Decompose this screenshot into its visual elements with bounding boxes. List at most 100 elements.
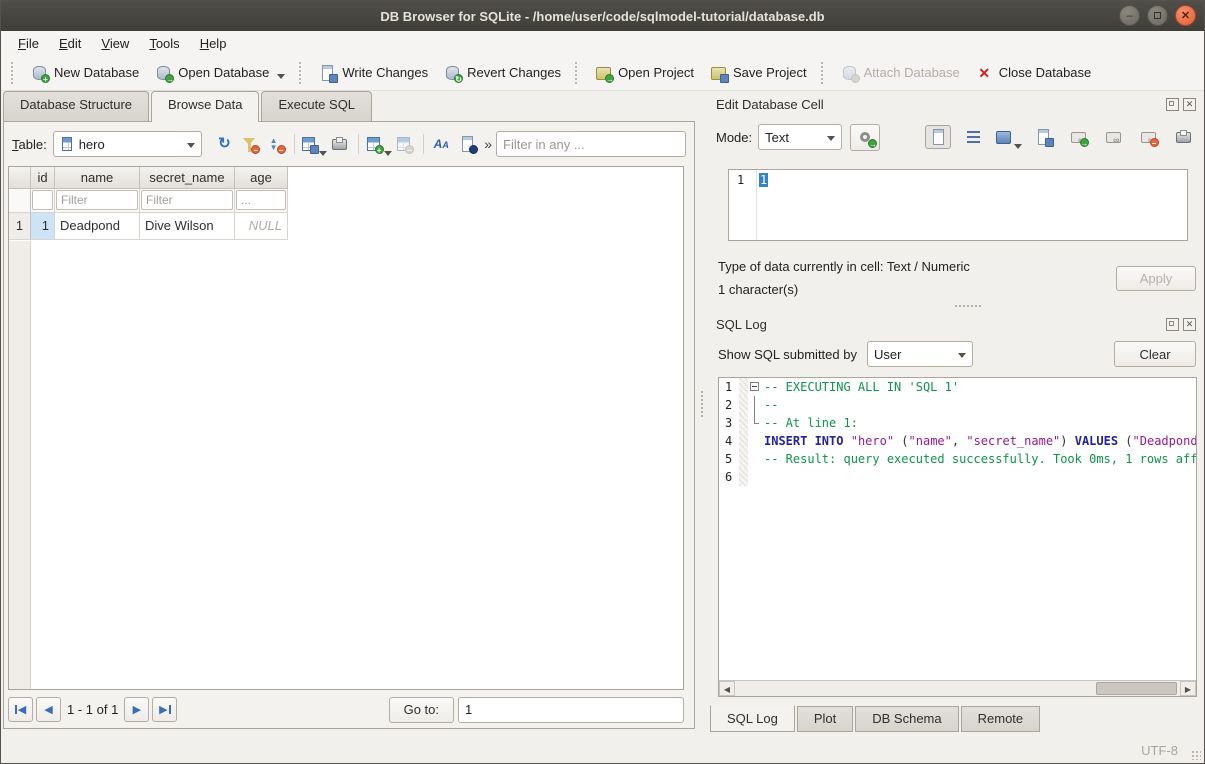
print-cell-button[interactable] xyxy=(1170,125,1196,149)
revert-changes-button[interactable]: ↻ Revert Changes xyxy=(436,61,569,85)
table-select[interactable]: hero xyxy=(53,131,202,157)
first-record-button[interactable]: ◀ xyxy=(8,697,33,722)
tab-database-structure[interactable]: Database Structure xyxy=(3,91,149,121)
filter-any-column-input[interactable] xyxy=(496,131,686,157)
next-record-button[interactable]: ▶ xyxy=(124,697,149,722)
sql-source-select[interactable]: User xyxy=(867,341,973,367)
close-button[interactable]: ✕ xyxy=(1175,5,1196,26)
dock-tab-sql-log[interactable]: SQL Log xyxy=(710,705,795,732)
last-record-button[interactable]: ▶ xyxy=(152,697,177,722)
cell-editor[interactable]: 1 1 xyxy=(728,169,1188,241)
cell-id[interactable]: 1 xyxy=(31,213,55,240)
new-database-button[interactable]: + New Database xyxy=(23,61,147,85)
filter-input-id[interactable] xyxy=(32,190,53,210)
main-tab-bar: Database Structure Browse Data Execute S… xyxy=(3,91,374,121)
sql-log-view[interactable]: 1 -- EXECUTING ALL IN 'SQL 1' 2 -- 3 -- … xyxy=(718,377,1197,697)
dock-tab-db-schema[interactable]: DB Schema xyxy=(855,706,958,732)
dock-splitter-handle[interactable] xyxy=(955,305,981,307)
edit-cell-controls: Mode: Text → → − xyxy=(716,123,1196,151)
export-data-button[interactable] xyxy=(1030,125,1056,149)
dock-close-icon[interactable]: ✕ xyxy=(1183,98,1196,111)
menu-tools[interactable]: Tools xyxy=(140,34,188,53)
open-project-icon: → xyxy=(595,65,612,81)
write-changes-button[interactable]: Write Changes xyxy=(311,61,436,85)
column-header-age[interactable]: age xyxy=(235,167,288,189)
toolbar-drag-handle[interactable] xyxy=(575,62,581,84)
minimize-button[interactable]: – xyxy=(1119,5,1140,26)
cell-secret-name[interactable]: Dive Wilson xyxy=(140,213,235,240)
open-in-external-button[interactable]: → xyxy=(1065,125,1091,149)
menu-edit[interactable]: Edit xyxy=(50,34,90,53)
table-label: Table: xyxy=(12,137,47,152)
import-data-button[interactable] xyxy=(995,125,1021,149)
save-project-button[interactable]: Save Project xyxy=(702,61,815,85)
attach-database-button: Attach Database xyxy=(833,61,968,85)
scroll-right-icon[interactable]: ▶ xyxy=(1180,681,1196,696)
dock-tab-plot[interactable]: Plot xyxy=(797,706,853,732)
scrollbar-thumb[interactable] xyxy=(1096,682,1177,695)
open-database-dropdown-icon[interactable] xyxy=(277,74,285,79)
tab-execute-sql[interactable]: Execute SQL xyxy=(261,91,372,121)
find-in-table-button[interactable] xyxy=(455,132,480,156)
previous-record-button[interactable]: ◀ xyxy=(36,697,61,722)
font-settings-button[interactable]: AA xyxy=(429,132,454,156)
grid-empty-area xyxy=(9,241,683,689)
undock-icon[interactable] xyxy=(1166,98,1179,111)
horizontal-scrollbar[interactable]: ◀ ▶ xyxy=(719,680,1196,696)
left-panel: Database Structure Browse Data Execute S… xyxy=(1,91,698,737)
dock-close-icon[interactable]: ✕ xyxy=(1183,318,1196,331)
toolbar-drag-handle[interactable] xyxy=(821,62,827,84)
filter-input-name[interactable] xyxy=(56,190,138,210)
column-header-name[interactable]: name xyxy=(55,167,140,189)
open-database-button[interactable]: → Open Database xyxy=(147,61,293,85)
save-table-button[interactable] xyxy=(301,132,327,156)
print-table-button[interactable] xyxy=(327,132,352,156)
goto-input[interactable] xyxy=(458,697,684,723)
panel-splitter[interactable] xyxy=(698,91,706,737)
new-record-button[interactable]: + xyxy=(365,132,391,156)
sql-source-value: User xyxy=(874,347,901,362)
close-database-button[interactable]: ✕ Close Database xyxy=(968,61,1100,85)
mode-select[interactable]: Text xyxy=(758,124,842,150)
scroll-left-icon[interactable]: ◀ xyxy=(719,681,735,696)
show-sql-label: Show SQL submitted by xyxy=(718,347,857,362)
filter-input-secret-name[interactable] xyxy=(141,190,233,210)
menu-file[interactable]: File xyxy=(9,34,48,53)
open-project-button[interactable]: → Open Project xyxy=(587,61,702,85)
toolbar-overflow-icon[interactable]: » xyxy=(484,136,492,152)
column-header-id[interactable]: id xyxy=(31,167,55,189)
sql-log-line: 5 -- Result: query executed successfully… xyxy=(719,450,1196,468)
clear-filters-icon xyxy=(243,138,255,145)
title-bar[interactable]: DB Browser for SQLite - /home/user/code/… xyxy=(1,1,1204,31)
menu-help[interactable]: Help xyxy=(191,34,236,53)
column-header-secret-name[interactable]: secret_name xyxy=(140,167,235,189)
auto-switch-mode-button[interactable]: → xyxy=(850,124,880,151)
dock-tab-remote[interactable]: Remote xyxy=(961,706,1041,732)
cell-name[interactable]: Deadpond xyxy=(55,213,140,240)
word-wrap-icon xyxy=(967,131,980,143)
clear-sorting-button[interactable]: ▲▼− xyxy=(262,132,287,156)
undock-icon[interactable] xyxy=(1166,318,1179,331)
filter-input-age[interactable] xyxy=(236,190,286,210)
toolbar-drag-handle[interactable] xyxy=(11,62,17,84)
sql-log-line: 6 xyxy=(719,468,1196,486)
goto-button[interactable]: Go to: xyxy=(389,697,454,723)
refresh-button[interactable]: ↻ xyxy=(212,132,237,156)
copy-link-button[interactable] xyxy=(1100,125,1126,149)
tab-browse-data[interactable]: Browse Data xyxy=(151,91,259,122)
row-number[interactable]: 1 xyxy=(9,213,31,240)
word-wrap-button[interactable] xyxy=(960,125,986,149)
menu-view[interactable]: View xyxy=(92,34,138,53)
sql-log-line: 4 INSERT INTO "hero" ("name", "secret_na… xyxy=(719,432,1196,450)
clear-log-button[interactable]: Clear xyxy=(1114,341,1196,367)
resize-grip[interactable] xyxy=(1191,750,1201,760)
text-mode-toggle[interactable] xyxy=(925,125,951,149)
clear-filters-button[interactable]: − xyxy=(237,132,262,156)
fold-collapse-icon[interactable] xyxy=(750,382,759,391)
maximize-button[interactable] xyxy=(1147,5,1168,26)
cell-type-info: Type of data currently in cell: Text / N… xyxy=(718,259,970,274)
pagination-label: 1 - 1 of 1 xyxy=(67,702,118,717)
cell-age[interactable]: NULL xyxy=(235,213,288,240)
data-grid: id name secret_name age 1 1 xyxy=(8,166,684,690)
set-null-button[interactable]: − xyxy=(1135,125,1161,149)
